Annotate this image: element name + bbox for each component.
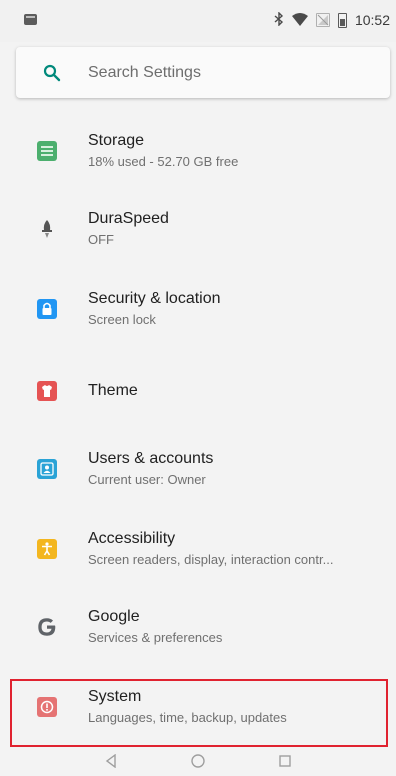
item-subtitle: Services & preferences bbox=[88, 630, 223, 645]
search-bar[interactable]: Search Settings bbox=[16, 47, 390, 98]
item-title: System bbox=[88, 688, 142, 705]
item-subtitle: Current user: Owner bbox=[88, 472, 206, 487]
bluetooth-icon bbox=[274, 11, 284, 28]
lock-icon bbox=[34, 296, 60, 322]
status-bar: 10:52 bbox=[0, 0, 396, 42]
settings-item-google[interactable]: Google Services & preferences bbox=[0, 588, 396, 666]
rocket-icon bbox=[34, 216, 60, 242]
item-subtitle: Screen lock bbox=[88, 312, 156, 327]
item-title: Accessibility bbox=[88, 530, 176, 547]
back-icon[interactable] bbox=[104, 753, 118, 773]
item-subtitle: OFF bbox=[88, 232, 114, 247]
home-icon[interactable] bbox=[190, 753, 206, 774]
settings-item-storage[interactable]: Storage 18% used - 52.70 GB free bbox=[0, 112, 396, 190]
google-icon bbox=[34, 614, 60, 640]
status-icons: 10:52 bbox=[274, 10, 390, 30]
notification-icon bbox=[24, 14, 37, 25]
info-icon bbox=[34, 694, 60, 720]
battery-icon bbox=[337, 12, 347, 28]
item-title: Google bbox=[88, 608, 140, 625]
settings-item-security[interactable]: Security & location Screen lock bbox=[0, 270, 396, 348]
storage-icon bbox=[34, 138, 60, 164]
wifi-icon bbox=[291, 12, 308, 28]
item-title: DuraSpeed bbox=[88, 210, 169, 227]
recents-icon[interactable] bbox=[278, 754, 292, 773]
settings-item-users-accounts[interactable]: Users & accounts Current user: Owner bbox=[0, 430, 396, 508]
item-subtitle: Screen readers, display, interaction con… bbox=[88, 552, 334, 567]
item-subtitle: Languages, time, backup, updates bbox=[88, 710, 287, 725]
item-subtitle: 18% used - 52.70 GB free bbox=[88, 154, 239, 169]
settings-item-duraspeed[interactable]: DuraSpeed OFF bbox=[0, 190, 396, 268]
search-icon bbox=[34, 55, 70, 91]
settings-item-accessibility[interactable]: Accessibility Screen readers, display, i… bbox=[0, 510, 396, 588]
item-title: Users & accounts bbox=[88, 450, 214, 467]
navigation-bar bbox=[0, 750, 396, 776]
user-icon bbox=[34, 456, 60, 482]
status-time: 10:52 bbox=[354, 12, 390, 28]
item-title: Security & location bbox=[88, 290, 221, 307]
settings-item-theme[interactable]: Theme bbox=[0, 352, 396, 430]
item-title: Theme bbox=[88, 382, 138, 399]
item-title: Storage bbox=[88, 132, 145, 149]
search-label: Search Settings bbox=[88, 63, 201, 81]
accessibility-icon bbox=[34, 536, 60, 562]
settings-item-system[interactable]: System Languages, time, backup, updates bbox=[0, 668, 396, 746]
shirt-icon bbox=[34, 378, 60, 404]
no-signal-icon bbox=[315, 13, 330, 27]
